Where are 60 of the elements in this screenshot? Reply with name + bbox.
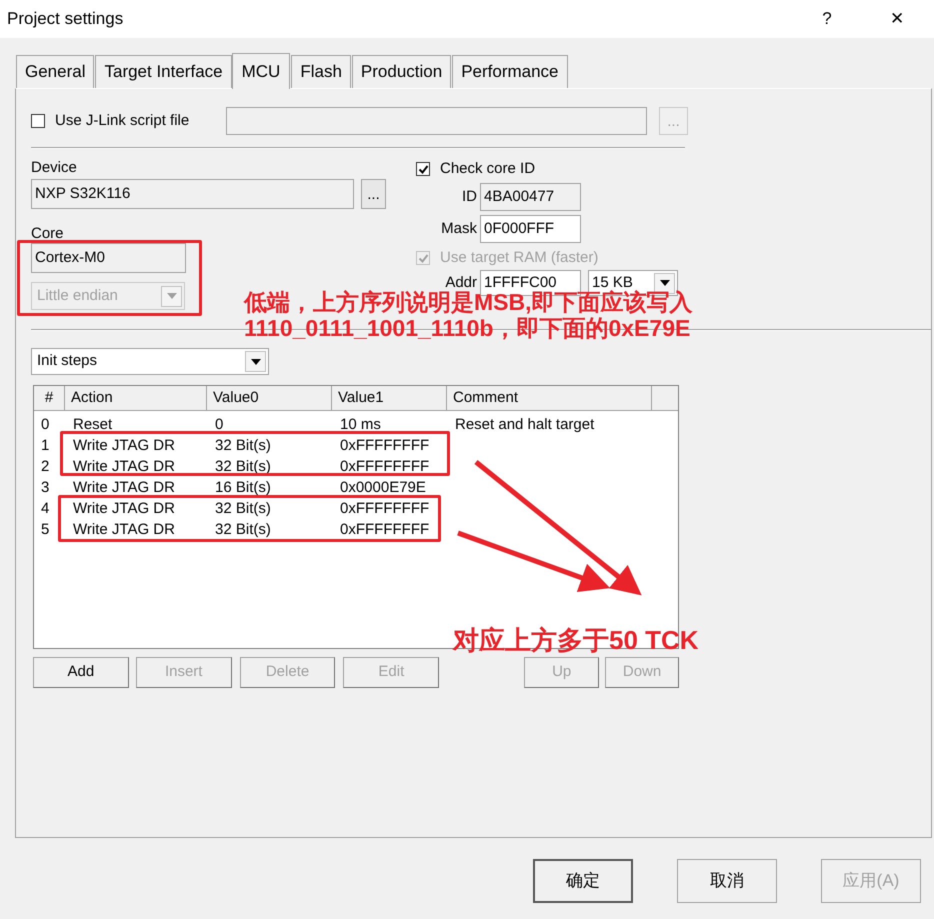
device-field[interactable]: NXP S32K116 bbox=[31, 179, 354, 209]
table-cell-text: 2 bbox=[40, 457, 50, 477]
tab[interactable]: MCU bbox=[232, 53, 290, 89]
table-cell-text: Write JTAG DR bbox=[72, 499, 176, 519]
mask-field[interactable]: 0F000FFF bbox=[480, 215, 581, 243]
table-cell-text: 32 Bit(s) bbox=[214, 457, 272, 477]
table-cell-text: Write JTAG DR bbox=[72, 457, 176, 477]
table-cell-text: Reset bbox=[72, 415, 114, 435]
window-title: Project settings bbox=[7, 8, 124, 30]
field-label: ID bbox=[461, 186, 478, 207]
table-cell-text: 32 Bit(s) bbox=[214, 499, 272, 519]
table-cell-text: 4 bbox=[40, 499, 50, 519]
close-button[interactable]: ✕ bbox=[877, 4, 917, 34]
table-cell-text: Write JTAG DR bbox=[72, 478, 176, 498]
tab[interactable]: General bbox=[16, 55, 94, 88]
dialog-button[interactable]: 取消 bbox=[677, 859, 777, 903]
table-cell-text: Write JTAG DR bbox=[72, 436, 176, 456]
id-field[interactable]: 4BA00477 bbox=[480, 183, 581, 211]
table-cell-text: 0xFFFFFFFF bbox=[339, 457, 430, 477]
annotation-text: 1110_0111_1001_1110b，即下面的0xE79E bbox=[244, 315, 692, 341]
column-header[interactable]: # bbox=[34, 386, 65, 411]
table-cell-text: 10 ms bbox=[339, 415, 382, 435]
checkbox[interactable] bbox=[416, 162, 430, 176]
field-label: Core bbox=[31, 224, 65, 243]
tab[interactable]: Flash bbox=[291, 55, 351, 88]
steps-dropdown[interactable]: Init steps bbox=[31, 348, 269, 375]
table-cell-text: 1 bbox=[40, 436, 50, 456]
tab[interactable]: Production bbox=[352, 55, 452, 88]
checkbox-label: Check core ID bbox=[440, 158, 536, 179]
checkbox-label: Use target RAM (faster) bbox=[440, 248, 598, 268]
table-cell-text: 32 Bit(s) bbox=[214, 436, 272, 456]
field-label: Addr bbox=[444, 272, 478, 291]
checkbox-label: Use J-Link script file bbox=[55, 110, 190, 131]
dialog-button[interactable]: 确定 bbox=[533, 859, 633, 903]
table-cell-text: 16 Bit(s) bbox=[214, 478, 272, 498]
checkbox[interactable] bbox=[31, 114, 45, 128]
field-label: Mask bbox=[440, 218, 478, 239]
column-header[interactable]: Value0 bbox=[207, 386, 332, 411]
column-header[interactable]: Comment bbox=[447, 386, 652, 411]
action-button[interactable]: Add bbox=[33, 657, 129, 688]
table-cell-text: 0xFFFFFFFF bbox=[339, 499, 430, 519]
core-field[interactable]: Cortex-M0 bbox=[31, 243, 186, 273]
column-header[interactable]: Value1 bbox=[332, 386, 447, 411]
column-header[interactable]: Action bbox=[65, 386, 207, 411]
table-cell-text: 32 Bit(s) bbox=[214, 520, 272, 540]
table-cell-text: 0xFFFFFFFF bbox=[339, 436, 430, 456]
table-cell-text: 0 bbox=[214, 415, 224, 435]
tab[interactable]: Target Interface bbox=[95, 55, 232, 88]
table-cell-text: 3 bbox=[40, 478, 50, 498]
table-cell-text: 0 bbox=[40, 415, 50, 435]
table-cell-text: Write JTAG DR bbox=[72, 520, 176, 540]
tab[interactable]: Performance bbox=[452, 55, 568, 88]
field-label: Device bbox=[31, 158, 78, 177]
help-button[interactable]: ? bbox=[807, 4, 847, 34]
table-cell-text: 5 bbox=[40, 520, 50, 540]
script-file-field[interactable] bbox=[226, 107, 647, 135]
table-cell-text: Reset and halt target bbox=[454, 415, 596, 435]
table-cell-text: 0xFFFFFFFF bbox=[339, 520, 430, 540]
table-cell-text: 0x0000E79E bbox=[339, 478, 427, 498]
browse-button[interactable]: ... bbox=[361, 179, 386, 209]
